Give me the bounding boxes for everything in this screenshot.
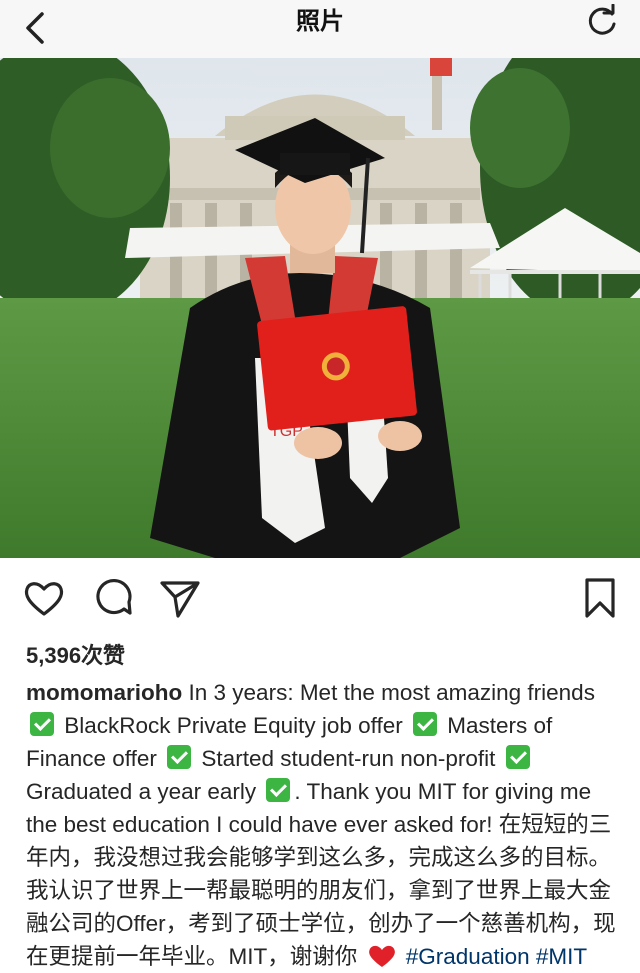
- heart-icon[interactable]: [22, 576, 66, 620]
- like-count[interactable]: 5,396次赞: [26, 638, 125, 670]
- check-mark-icon: [266, 778, 291, 802]
- page-title: 照片: [296, 8, 344, 35]
- bookmark-icon[interactable]: [578, 576, 622, 620]
- check-mark-icon: [413, 712, 437, 736]
- caption-text-5: Graduated a year early: [26, 779, 263, 804]
- red-heart-icon: [368, 945, 395, 967]
- caption-username[interactable]: momomarioho: [26, 680, 182, 705]
- share-icon[interactable]: [158, 576, 202, 620]
- hashtags-link[interactable]: #Graduation #MIT: [406, 944, 587, 969]
- caption-text-4: Started student-run non-profit: [195, 746, 502, 771]
- graduation-photo-image: TGP: [0, 58, 640, 558]
- check-mark-icon: [30, 712, 54, 736]
- post-photo[interactable]: TGP: [0, 58, 640, 558]
- comment-icon[interactable]: [90, 576, 134, 620]
- post-action-bar: [0, 572, 640, 628]
- check-mark-icon: [167, 745, 192, 769]
- refresh-icon[interactable]: [584, 4, 620, 40]
- caption-text-6: . Thank you MIT for giving me the best e…: [26, 779, 616, 969]
- post-caption: momomarioho In 3 years: Met the most ama…: [26, 676, 616, 973]
- caption-text-2: BlackRock Private Equity job offer: [58, 713, 409, 738]
- check-mark-icon: [505, 745, 530, 769]
- top-navigation-bar: 照片: [0, 0, 640, 59]
- caption-text-1: In 3 years: Met the most amazing friends: [182, 680, 595, 705]
